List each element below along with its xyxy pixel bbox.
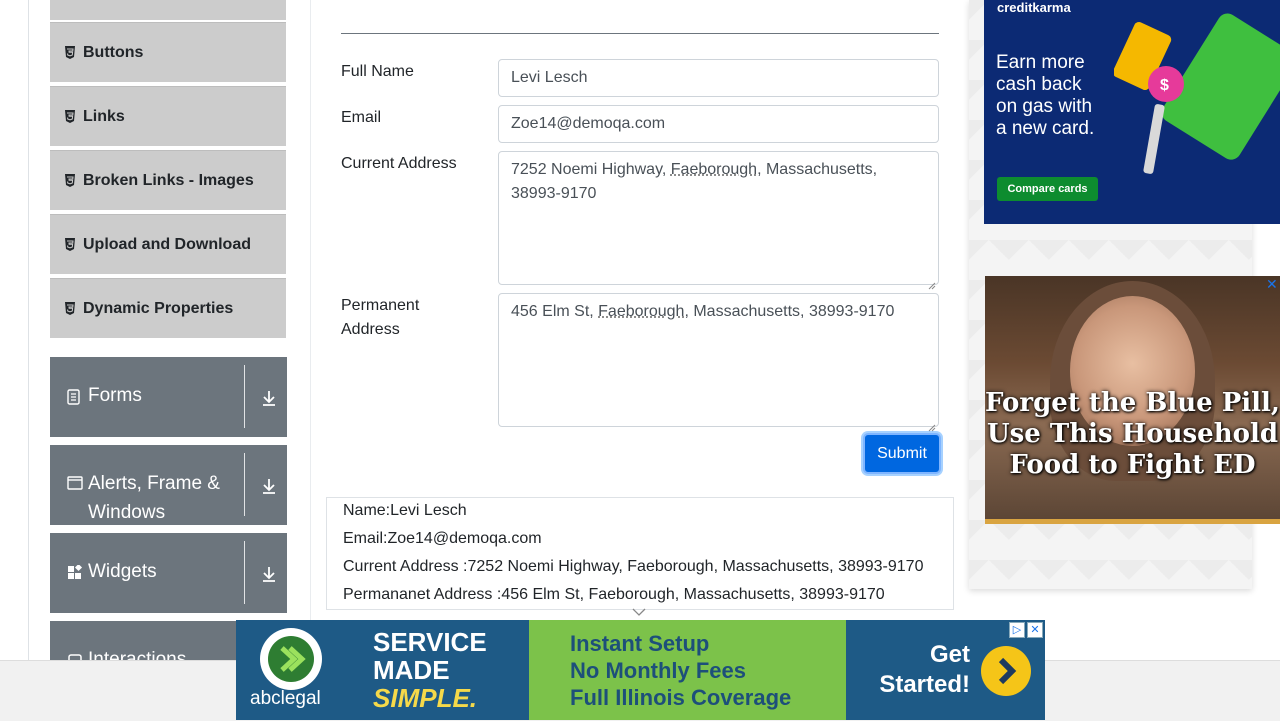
group-title: Forms — [88, 385, 142, 406]
banner-line: Instant Setup — [570, 631, 710, 656]
close-icon[interactable]: ✕ — [1266, 276, 1278, 293]
download-arrow-icon[interactable] — [260, 389, 278, 407]
sidebar-item-links[interactable]: Links — [50, 86, 286, 146]
svg-text:$: $ — [1160, 77, 1169, 94]
close-icon[interactable]: ✕ — [1027, 622, 1043, 638]
group-title: Widgets — [88, 561, 157, 582]
sidebar-item-broken-links[interactable]: Broken Links - Images — [50, 150, 286, 210]
group-divider — [244, 453, 245, 516]
current-address-label: Current Address — [341, 155, 457, 172]
banner-brand: abclegal — [250, 688, 321, 709]
group-title: Interactions — [88, 649, 187, 660]
document-icon — [67, 389, 83, 405]
ad-controls: ▷ ✕ — [1009, 622, 1043, 638]
html5-icon — [64, 238, 76, 251]
banner-line: No Monthly Fees — [570, 658, 747, 683]
ad-caption: Forget the Blue Pill, Use This Household… — [985, 388, 1280, 480]
window-icon — [67, 476, 83, 492]
sidebar-item-label: Links — [83, 107, 125, 125]
address-text: 456 Elm St, — [511, 303, 599, 320]
resize-handle-icon[interactable] — [928, 416, 936, 432]
banner-line: SIMPLE. — [373, 683, 478, 713]
download-arrow-icon[interactable] — [260, 477, 278, 495]
bottom-banner-ad[interactable]: abclegal SERVICE MADE SIMPLE. Instant Se… — [236, 620, 1045, 720]
full-name-input[interactable]: Levi Lesch — [498, 59, 939, 97]
permanent-address-label: Permanent Address — [341, 294, 419, 342]
ad-brand: creditkarma — [997, 0, 1071, 15]
form-header-rule — [341, 33, 939, 34]
output-email: Email:Zoe14@demoqa.com — [343, 530, 542, 547]
html5-icon — [64, 110, 76, 123]
html5-icon — [64, 302, 76, 315]
sidebar-item-label: Dynamic Properties — [83, 299, 234, 317]
permanent-address-textarea[interactable]: 456 Elm St, Faeborough, Massachusetts, 3… — [498, 293, 939, 432]
ad-bottom-bar — [985, 519, 1280, 524]
html5-icon — [64, 46, 76, 59]
group-divider — [244, 365, 245, 428]
abclegal-logo-mark — [268, 636, 314, 682]
output-name: Name:Levi Lesch — [343, 502, 467, 519]
submit-button[interactable]: Submit — [863, 433, 941, 474]
sidebar-item-hidden[interactable] — [50, 0, 286, 20]
sidebar-item-label: Upload and Download — [83, 235, 251, 253]
banner-cta-text: Get Started! — [866, 640, 970, 700]
label-line: Permanent — [341, 297, 420, 314]
output-panel: Name:Levi Lesch Email:Zoe14@demoqa.com C… — [326, 497, 954, 610]
banner-line: MADE — [373, 655, 450, 685]
sidebar-group-widgets[interactable]: Widgets — [50, 533, 287, 613]
sidebar-group-forms[interactable]: Forms — [50, 357, 287, 437]
compare-cards-button[interactable]: Compare cards — [997, 177, 1098, 201]
sidebar-border — [28, 0, 29, 660]
sidebar-group-alerts[interactable]: Alerts, Frame & Windows — [50, 445, 287, 525]
creditkarma-ad[interactable]: creditkarma Earn more cash back on gas w… — [984, 0, 1280, 224]
banner-line: Started! — [879, 671, 970, 698]
output-current-address: Current Address :7252 Noemi Highway, Fae… — [343, 558, 924, 575]
health-ad[interactable]: Forget the Blue Pill, Use This Household… — [985, 276, 1280, 524]
banner-features: Instant Setup No Monthly Fees Full Illin… — [570, 630, 791, 711]
current-address-textarea[interactable]: 7252 Noemi Highway, Faeborough, Massachu… — [498, 151, 939, 290]
card-key-illustration: $ — [1114, 13, 1280, 174]
download-arrow-icon[interactable] — [260, 565, 278, 583]
address-text: , Massachusetts, 38993-9170 — [684, 303, 895, 320]
adchoices-icon[interactable]: ▷ — [1009, 622, 1025, 638]
full-name-label: Full Name — [341, 63, 414, 80]
email-label: Email — [341, 109, 382, 126]
html5-icon — [64, 174, 76, 187]
resize-handle-icon[interactable] — [928, 274, 936, 290]
banner-line: SERVICE — [373, 627, 487, 657]
interactions-icon — [67, 653, 83, 660]
ad-headline: Earn more cash back on gas with a new ca… — [996, 52, 1095, 139]
group-title: Alerts, Frame & Windows — [88, 473, 220, 523]
email-input[interactable]: Zoe14@demoqa.com — [498, 105, 939, 143]
group-divider — [244, 541, 245, 604]
sidebar-item-label: Broken Links - Images — [83, 171, 254, 189]
address-text: , Massachusetts, — [757, 161, 878, 178]
sidebar-item-upload-download[interactable]: Upload and Download — [50, 214, 286, 274]
spellcheck-word: Faeborough — [670, 161, 758, 178]
output-permanent-address: Permananet Address :456 Elm St, Faeborou… — [343, 586, 885, 603]
banner-line: Full Illinois Coverage — [570, 685, 792, 710]
widgets-icon — [67, 563, 83, 581]
label-line: Address — [341, 321, 400, 338]
sidebar-item-buttons[interactable]: Buttons — [50, 22, 286, 82]
content-divider — [310, 0, 311, 660]
arrow-right-icon[interactable] — [981, 646, 1031, 696]
sidebar-item-label: Buttons — [83, 43, 144, 61]
banner-service-text: SERVICE MADE SIMPLE. — [373, 628, 487, 712]
address-text: 7252 Noemi Highway, — [511, 161, 671, 178]
sidebar-item-dynamic-properties[interactable]: Dynamic Properties — [50, 278, 286, 338]
banner-line: Get — [929, 641, 970, 668]
address-text: 38993-9170 — [511, 185, 597, 202]
spellcheck-word: Faeborough — [598, 303, 685, 320]
